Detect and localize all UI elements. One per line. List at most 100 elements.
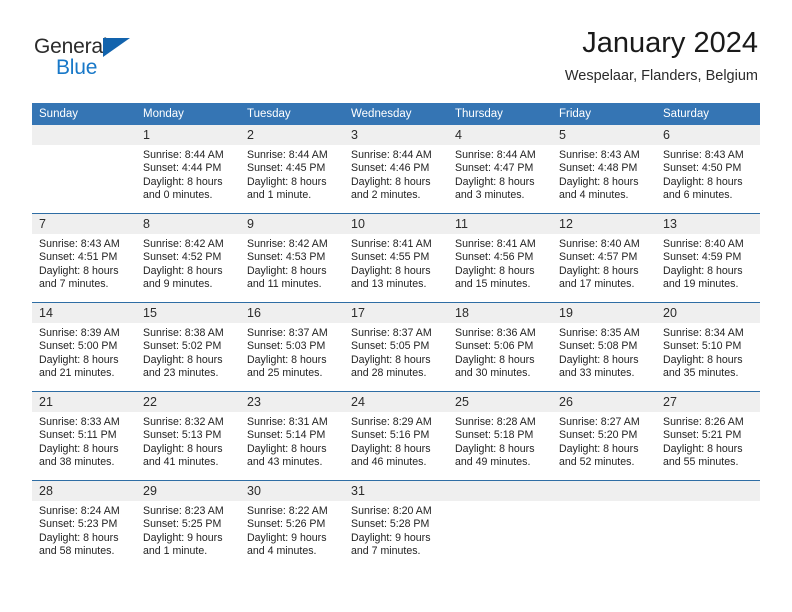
day-details: Sunrise: 8:32 AM Sunset: 5:13 PM Daylight:… (136, 412, 240, 470)
calendar-day-cell[interactable]: 16 Sunrise: 8:37 AM Sunset: 5:03 PM Dayligh… (240, 302, 344, 392)
sunset-text: Sunset: 4:46 PM (351, 162, 430, 175)
calendar-day-cell-empty (32, 125, 136, 214)
calendar-day-cell[interactable]: 4 Sunrise: 8:44 AM Sunset: 4:47 PM Daylight… (448, 125, 552, 214)
daylight-text-line2: and 58 minutes. (39, 545, 115, 558)
calendar-day-cell[interactable]: 28 Sunrise: 8:24 AM Sunset: 5:23 PM Dayligh… (32, 480, 136, 569)
day-number: 15 (136, 303, 240, 323)
daylight-text-line2: and 49 minutes. (455, 456, 531, 469)
day-number (32, 125, 136, 145)
day-details: Sunrise: 8:38 AM Sunset: 5:02 PM Daylight:… (136, 323, 240, 381)
calendar-day-cell[interactable]: 2 Sunrise: 8:44 AM Sunset: 4:45 PM Daylight… (240, 125, 344, 214)
sunrise-text: Sunrise: 8:33 AM (39, 416, 120, 428)
day-details: Sunrise: 8:23 AM Sunset: 5:25 PM Daylight:… (136, 501, 240, 559)
day-number: 10 (344, 214, 448, 234)
daylight-text-line1: Daylight: 8 hours (247, 442, 327, 455)
sunset-text: Sunset: 4:56 PM (455, 251, 534, 264)
calendar-day-cell[interactable]: 21 Sunrise: 8:33 AM Sunset: 5:11 PM Dayligh… (32, 391, 136, 481)
calendar-day-cell[interactable]: 1 Sunrise: 8:44 AM Sunset: 4:44 PM Daylight… (136, 125, 240, 214)
calendar-header-row: Sunday Monday Tuesday Wednesday Thursday… (32, 103, 760, 125)
daylight-text-line2: and 6 minutes. (663, 189, 733, 202)
day-details: Sunrise: 8:43 AM Sunset: 4:51 PM Daylight:… (32, 234, 136, 292)
daylight-text-line1: Daylight: 8 hours (247, 264, 327, 277)
day-details: Sunrise: 8:27 AM Sunset: 5:20 PM Daylight:… (552, 412, 656, 470)
calendar-day-cell[interactable]: 15 Sunrise: 8:38 AM Sunset: 5:02 PM Dayligh… (136, 302, 240, 392)
daylight-text-line1: Daylight: 8 hours (39, 353, 119, 366)
calendar-day-cell[interactable]: 14 Sunrise: 8:39 AM Sunset: 5:00 PM Dayligh… (32, 302, 136, 392)
sunrise-text: Sunrise: 8:44 AM (143, 149, 224, 161)
daylight-text-line1: Daylight: 8 hours (455, 353, 535, 366)
calendar-day-cell[interactable]: 20 Sunrise: 8:34 AM Sunset: 5:10 PM Dayligh… (656, 302, 760, 392)
day-number: 6 (656, 125, 760, 145)
sunrise-text: Sunrise: 8:42 AM (247, 238, 328, 250)
daylight-text-line1: Daylight: 9 hours (143, 531, 223, 544)
calendar-day-cell[interactable]: 6 Sunrise: 8:43 AM Sunset: 4:50 PM Daylight… (656, 125, 760, 214)
day-number: 24 (344, 392, 448, 412)
day-details: Sunrise: 8:41 AM Sunset: 4:56 PM Daylight:… (448, 234, 552, 292)
calendar-day-cell[interactable]: 13 Sunrise: 8:40 AM Sunset: 4:59 PM Dayligh… (656, 213, 760, 303)
sunrise-text: Sunrise: 8:38 AM (143, 327, 224, 339)
daylight-text-line1: Daylight: 8 hours (455, 442, 535, 455)
daylight-text-line1: Daylight: 8 hours (559, 353, 639, 366)
day-number: 12 (552, 214, 656, 234)
day-details: Sunrise: 8:28 AM Sunset: 5:18 PM Daylight:… (448, 412, 552, 470)
calendar-day-cell[interactable]: 11 Sunrise: 8:41 AM Sunset: 4:56 PM Dayligh… (448, 213, 552, 303)
day-number: 1 (136, 125, 240, 145)
calendar-day-cell[interactable]: 31 Sunrise: 8:20 AM Sunset: 5:28 PM Dayligh… (344, 480, 448, 569)
day-number: 17 (344, 303, 448, 323)
sunset-text: Sunset: 4:53 PM (247, 251, 326, 264)
sunset-text: Sunset: 4:51 PM (39, 251, 118, 264)
page-header: General Blue January 2024 Wespelaar, Fla… (0, 0, 792, 98)
day-number: 20 (656, 303, 760, 323)
daylight-text-line1: Daylight: 8 hours (143, 175, 223, 188)
daylight-text-line2: and 1 minute. (247, 189, 312, 202)
day-number: 14 (32, 303, 136, 323)
sunset-text: Sunset: 5:28 PM (351, 518, 430, 531)
calendar-day-cell[interactable]: 25 Sunrise: 8:28 AM Sunset: 5:18 PM Dayligh… (448, 391, 552, 481)
calendar-day-cell[interactable]: 27 Sunrise: 8:26 AM Sunset: 5:21 PM Dayligh… (656, 391, 760, 481)
calendar-table: Sunday Monday Tuesday Wednesday Thursday… (32, 103, 760, 569)
calendar-day-cell[interactable]: 26 Sunrise: 8:27 AM Sunset: 5:20 PM Dayligh… (552, 391, 656, 481)
logo-triangle-icon (103, 38, 130, 57)
daylight-text-line1: Daylight: 8 hours (663, 175, 743, 188)
daylight-text-line2: and 33 minutes. (559, 367, 635, 380)
daylight-text-line2: and 21 minutes. (39, 367, 115, 380)
logo-text-general: General (34, 35, 108, 58)
calendar-day-cell[interactable]: 8 Sunrise: 8:42 AM Sunset: 4:52 PM Daylight… (136, 213, 240, 303)
calendar-day-cell[interactable]: 17 Sunrise: 8:37 AM Sunset: 5:05 PM Dayligh… (344, 302, 448, 392)
sunset-text: Sunset: 5:16 PM (351, 429, 430, 442)
calendar-day-cell[interactable]: 22 Sunrise: 8:32 AM Sunset: 5:13 PM Dayligh… (136, 391, 240, 481)
sunset-text: Sunset: 5:20 PM (559, 429, 638, 442)
calendar-day-cell[interactable]: 24 Sunrise: 8:29 AM Sunset: 5:16 PM Dayligh… (344, 391, 448, 481)
calendar-day-cell[interactable]: 29 Sunrise: 8:23 AM Sunset: 5:25 PM Dayligh… (136, 480, 240, 569)
general-blue-logo: General Blue (34, 36, 174, 82)
day-details: Sunrise: 8:43 AM Sunset: 4:48 PM Daylight:… (552, 145, 656, 203)
calendar-day-cell[interactable]: 12 Sunrise: 8:40 AM Sunset: 4:57 PM Dayligh… (552, 213, 656, 303)
day-number: 23 (240, 392, 344, 412)
calendar-day-cell[interactable]: 9 Sunrise: 8:42 AM Sunset: 4:53 PM Daylight… (240, 213, 344, 303)
sunset-text: Sunset: 5:08 PM (559, 340, 638, 353)
day-details: Sunrise: 8:40 AM Sunset: 4:59 PM Daylight:… (656, 234, 760, 292)
daylight-text-line2: and 43 minutes. (247, 456, 323, 469)
calendar-day-cell[interactable]: 3 Sunrise: 8:44 AM Sunset: 4:46 PM Daylight… (344, 125, 448, 214)
day-details: Sunrise: 8:26 AM Sunset: 5:21 PM Daylight:… (656, 412, 760, 470)
sunset-text: Sunset: 5:14 PM (247, 429, 326, 442)
calendar-day-cell[interactable]: 30 Sunrise: 8:22 AM Sunset: 5:26 PM Dayligh… (240, 480, 344, 569)
sunrise-text: Sunrise: 8:35 AM (559, 327, 640, 339)
sunrise-text: Sunrise: 8:42 AM (143, 238, 224, 250)
day-number: 21 (32, 392, 136, 412)
sunset-text: Sunset: 4:52 PM (143, 251, 222, 264)
calendar-day-cell[interactable]: 5 Sunrise: 8:43 AM Sunset: 4:48 PM Daylight… (552, 125, 656, 214)
daylight-text-line2: and 41 minutes. (143, 456, 219, 469)
calendar-day-cell[interactable]: 23 Sunrise: 8:31 AM Sunset: 5:14 PM Dayligh… (240, 391, 344, 481)
page-title: January 2024 (582, 27, 758, 59)
calendar-day-cell[interactable]: 7 Sunrise: 8:43 AM Sunset: 4:51 PM Daylight… (32, 213, 136, 303)
day-details: Sunrise: 8:44 AM Sunset: 4:46 PM Daylight:… (344, 145, 448, 203)
daylight-text-line2: and 11 minutes. (247, 278, 322, 291)
daylight-text-line1: Daylight: 8 hours (455, 264, 535, 277)
calendar-day-cell[interactable]: 19 Sunrise: 8:35 AM Sunset: 5:08 PM Dayligh… (552, 302, 656, 392)
calendar-day-cell[interactable]: 18 Sunrise: 8:36 AM Sunset: 5:06 PM Dayligh… (448, 302, 552, 392)
daylight-text-line1: Daylight: 8 hours (663, 353, 743, 366)
day-number: 5 (552, 125, 656, 145)
calendar-day-cell[interactable]: 10 Sunrise: 8:41 AM Sunset: 4:55 PM Dayligh… (344, 213, 448, 303)
daylight-text-line2: and 17 minutes. (559, 278, 635, 291)
